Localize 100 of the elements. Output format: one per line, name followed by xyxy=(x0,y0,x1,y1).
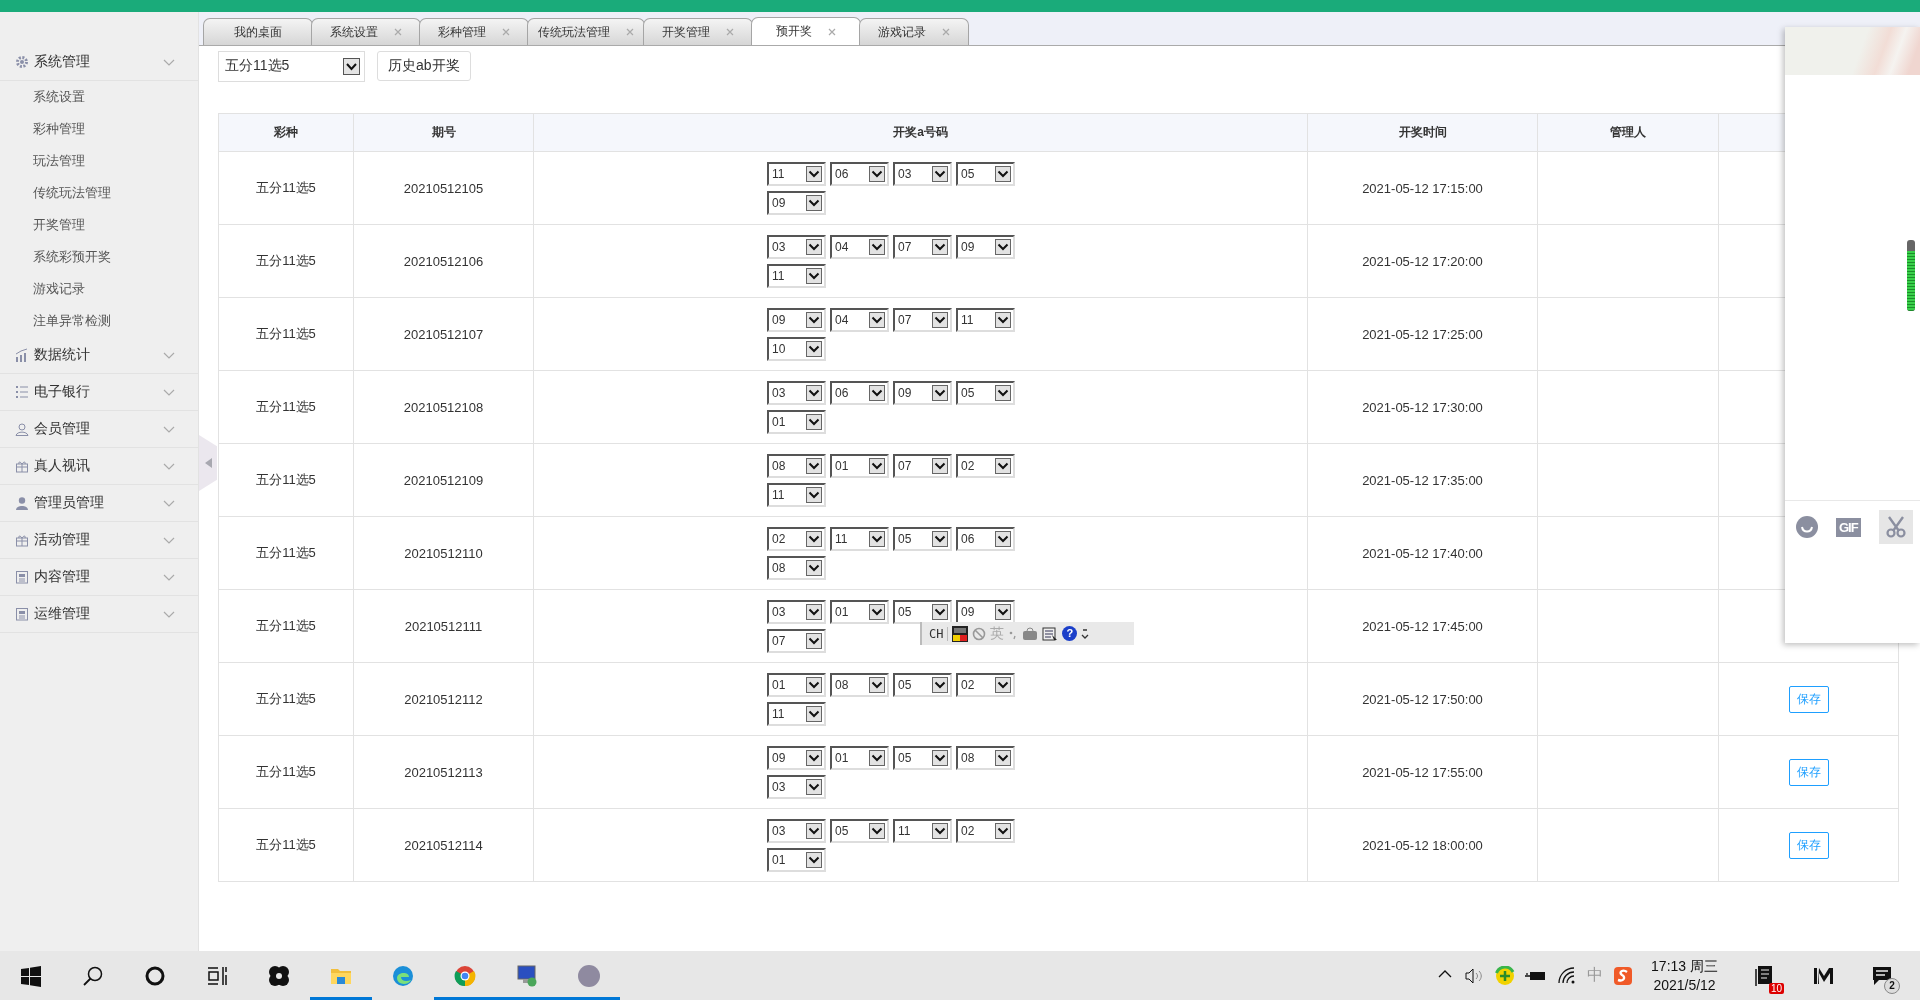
smiley-icon[interactable] xyxy=(1796,516,1818,538)
number-select[interactable]: 06 xyxy=(830,380,889,405)
number-select[interactable]: 02 xyxy=(767,526,826,551)
tab[interactable]: 开奖管理 xyxy=(643,18,753,45)
soft-keyboard-icon[interactable] xyxy=(1022,626,1039,641)
browser-icon[interactable] xyxy=(392,964,414,987)
sidebar-group[interactable]: 电子银行 xyxy=(0,374,198,411)
number-select[interactable]: 09 xyxy=(956,599,1015,624)
number-select[interactable]: 05 xyxy=(893,599,952,624)
sidebar-group[interactable]: 管理员管理 xyxy=(0,485,198,522)
sidebar-group[interactable]: 运维管理 xyxy=(0,596,198,633)
sidebar-item[interactable]: 游戏记录 xyxy=(0,273,198,305)
pinwheel-icon[interactable] xyxy=(268,964,290,987)
number-select[interactable]: 05 xyxy=(893,672,952,697)
history-button[interactable]: 历史ab开奖 xyxy=(377,51,471,81)
number-select[interactable]: 01 xyxy=(767,672,826,697)
number-select[interactable]: 09 xyxy=(767,307,826,332)
number-select[interactable]: 01 xyxy=(830,745,889,770)
number-select[interactable]: 03 xyxy=(767,380,826,405)
number-select[interactable]: 03 xyxy=(767,234,826,259)
number-select[interactable]: 04 xyxy=(830,307,889,332)
sogou-logo-icon[interactable] xyxy=(1613,965,1634,986)
number-select[interactable]: 09 xyxy=(893,380,952,405)
message-icon[interactable] xyxy=(1871,964,1893,987)
number-select[interactable]: 02 xyxy=(956,453,1015,478)
number-select[interactable]: 04 xyxy=(830,234,889,259)
number-select[interactable]: 02 xyxy=(956,818,1015,843)
sidebar-item[interactable]: 注单异常检测 xyxy=(0,305,198,337)
number-select[interactable]: 01 xyxy=(830,453,889,478)
circle-icon[interactable] xyxy=(144,964,166,987)
number-select[interactable]: 11 xyxy=(767,701,826,726)
column-header: 开奖时间 xyxy=(1307,113,1538,152)
number-select[interactable]: 03 xyxy=(893,161,952,186)
browser-icon[interactable] xyxy=(454,964,476,987)
options-arrow-icon[interactable] xyxy=(1081,626,1090,641)
number-select[interactable]: 05 xyxy=(893,745,952,770)
sidebar-group[interactable]: 真人视讯 xyxy=(0,448,198,485)
sidebar-item[interactable]: 玩法管理 xyxy=(0,145,198,177)
number-select[interactable]: 09 xyxy=(956,234,1015,259)
number-select[interactable]: 11 xyxy=(830,526,889,551)
settings-window-icon[interactable] xyxy=(1042,626,1059,641)
sidebar-group[interactable]: 数据统计 xyxy=(0,337,198,374)
number-select[interactable]: 11 xyxy=(767,482,826,507)
number-select[interactable]: 09 xyxy=(767,745,826,770)
tab[interactable]: 我的桌面 xyxy=(203,18,313,45)
number-select[interactable]: 07 xyxy=(767,628,826,653)
keyboard-logo-icon[interactable] xyxy=(952,625,969,642)
number-select[interactable]: 05 xyxy=(956,380,1015,405)
tab[interactable]: 彩种管理 xyxy=(419,18,529,45)
task-view-icon[interactable] xyxy=(206,964,228,987)
number-select[interactable]: 11 xyxy=(893,818,952,843)
number-select[interactable]: 01 xyxy=(767,409,826,434)
monogram-logo-icon[interactable] xyxy=(1812,965,1836,986)
tab[interactable]: 传统玩法管理 xyxy=(527,18,645,45)
number-select[interactable]: 05 xyxy=(893,526,952,551)
number-select[interactable]: 05 xyxy=(956,161,1015,186)
sidebar-item[interactable]: 彩种管理 xyxy=(0,113,198,145)
scissors-button[interactable] xyxy=(1878,510,1913,544)
sidebar-item[interactable]: 系统彩预开奖 xyxy=(0,241,198,273)
number-select[interactable]: 10 xyxy=(767,336,826,361)
number-select[interactable]: 09 xyxy=(767,190,826,215)
tab[interactable]: 游戏记录 xyxy=(859,18,969,45)
number-select[interactable]: 08 xyxy=(767,453,826,478)
number-select[interactable]: 03 xyxy=(767,818,826,843)
number-select[interactable]: 02 xyxy=(956,672,1015,697)
clock[interactable]: 17:13 周三 2021/5/12 xyxy=(1643,956,1732,995)
scissors-icon[interactable] xyxy=(1884,516,1907,538)
sidebar-item[interactable]: 开奖管理 xyxy=(0,209,198,241)
monitor-icon[interactable] xyxy=(516,964,538,987)
number-select[interactable]: 03 xyxy=(767,774,826,799)
number-select[interactable]: 08 xyxy=(956,745,1015,770)
number-select[interactable]: 03 xyxy=(767,599,826,624)
windows-logo-icon[interactable] xyxy=(20,964,42,987)
lottery-select[interactable]: 五分11选5 xyxy=(218,50,365,82)
avatar-circle[interactable] xyxy=(578,964,600,987)
tab[interactable]: 预开奖 xyxy=(751,17,861,45)
number-select[interactable]: 07 xyxy=(893,307,952,332)
sidebar-item[interactable]: 传统玩法管理 xyxy=(0,177,198,209)
number-select[interactable]: 01 xyxy=(830,599,889,624)
number-select[interactable]: 05 xyxy=(830,818,889,843)
number-select[interactable]: 11 xyxy=(767,263,826,288)
number-select[interactable]: 07 xyxy=(893,234,952,259)
sidebar-item[interactable]: 系统设置 xyxy=(0,81,198,113)
number-select[interactable]: 01 xyxy=(767,847,826,872)
plus-circle-icon[interactable] xyxy=(1495,965,1516,986)
sidebar-group[interactable]: 内容管理 xyxy=(0,559,198,596)
language-indicator[interactable]: CH xyxy=(925,626,949,641)
search-icon[interactable] xyxy=(82,964,104,987)
number-select[interactable]: 07 xyxy=(893,453,952,478)
number-select[interactable]: 11 xyxy=(767,161,826,186)
number-select[interactable]: 08 xyxy=(767,555,826,580)
help-button[interactable]: ? xyxy=(1062,626,1078,641)
sidebar-group[interactable]: 系统管理 xyxy=(0,44,198,81)
number-select[interactable]: 11 xyxy=(956,307,1015,332)
number-select[interactable]: 06 xyxy=(956,526,1015,551)
sidebar-group[interactable]: 活动管理 xyxy=(0,522,198,559)
tab[interactable]: 系统设置 xyxy=(311,18,421,45)
number-select[interactable]: 08 xyxy=(830,672,889,697)
number-select[interactable]: 06 xyxy=(830,161,889,186)
sidebar-group[interactable]: 会员管理 xyxy=(0,411,198,448)
